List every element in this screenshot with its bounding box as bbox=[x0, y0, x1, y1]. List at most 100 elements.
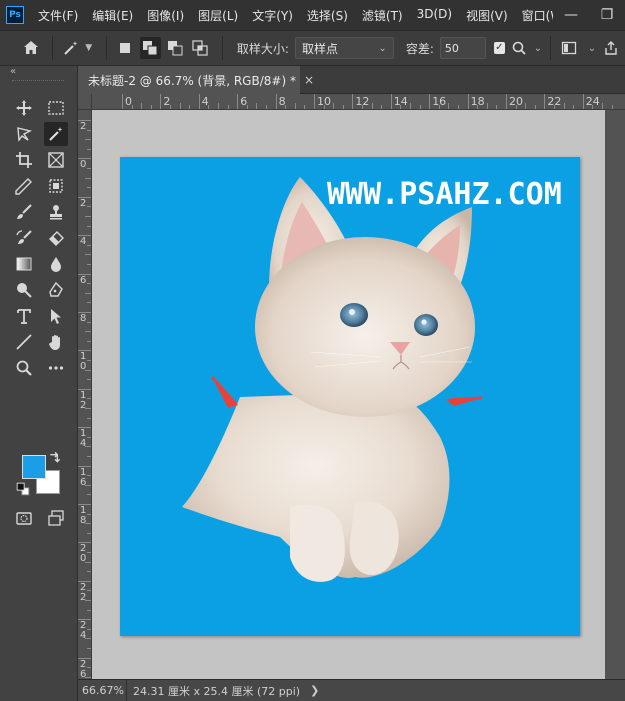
menu-3d[interactable]: 3D(D) bbox=[417, 7, 452, 24]
hand-tool[interactable] bbox=[44, 330, 68, 354]
ruler-origin[interactable] bbox=[78, 94, 92, 110]
subtract-selection-icon bbox=[167, 41, 183, 56]
pen-icon bbox=[49, 281, 63, 297]
ruler-minor-tick bbox=[87, 590, 91, 592]
magic-wand-preset-button[interactable] bbox=[60, 37, 81, 59]
dodge-tool[interactable] bbox=[12, 278, 36, 302]
kitten-photo bbox=[182, 177, 483, 582]
vertical-scrollbar[interactable] bbox=[605, 110, 625, 679]
eraser-tool[interactable] bbox=[44, 226, 68, 250]
ruler-minor-tick bbox=[602, 103, 603, 109]
more-tools-button[interactable] bbox=[44, 356, 68, 380]
quick-mask-icon bbox=[16, 512, 32, 525]
collapse-toolbar-button[interactable]: « bbox=[10, 66, 16, 77]
menu-select[interactable]: 选择(S) bbox=[307, 7, 348, 24]
marquee-tool[interactable] bbox=[44, 96, 68, 120]
ruler-tick bbox=[314, 94, 315, 109]
history-brush-tool[interactable] bbox=[12, 226, 36, 250]
antialias-checkbox[interactable]: ✓ bbox=[493, 42, 505, 54]
eraser-icon bbox=[49, 231, 64, 246]
menu-layer[interactable]: 图层(L) bbox=[198, 7, 238, 24]
photoshop-logo: Ps bbox=[6, 6, 24, 24]
zoom-tool[interactable] bbox=[12, 356, 36, 380]
ruler-minor-tick bbox=[294, 103, 296, 109]
foreground-color-swatch[interactable] bbox=[22, 455, 46, 479]
screen-mode-button[interactable] bbox=[44, 506, 68, 530]
chevron-down-icon[interactable]: ⌄ bbox=[534, 43, 542, 54]
menu-bar: Ps 文件(F) 编辑(E) 图像(I) 图层(L) 文字(Y) 选择(S) 滤… bbox=[0, 0, 625, 30]
ruler-label: 0 bbox=[80, 159, 87, 171]
pen-tool[interactable] bbox=[44, 278, 68, 302]
crop-tool[interactable] bbox=[12, 148, 36, 172]
ruler-minor-tick bbox=[87, 340, 91, 342]
toolbar-grip[interactable] bbox=[12, 80, 64, 82]
ruler-minor-tick bbox=[87, 283, 91, 285]
ruler-minor-tick bbox=[227, 105, 229, 109]
ellipsis-icon bbox=[48, 366, 64, 370]
ruler-minor-tick bbox=[85, 369, 91, 371]
ruler-minor-tick bbox=[563, 103, 565, 109]
subtract-selection-button[interactable] bbox=[165, 37, 186, 59]
home-button[interactable] bbox=[19, 35, 44, 61]
stamp-tool[interactable] bbox=[44, 200, 68, 224]
lasso-tool[interactable] bbox=[12, 122, 36, 146]
eyedropper-tool[interactable] bbox=[12, 174, 36, 198]
document-canvas[interactable]: WWW.PSAHZ.COM bbox=[120, 157, 580, 636]
vertical-ruler[interactable]: 2024681 01 21 41 61 82 02 22 42 6 bbox=[78, 110, 92, 679]
sample-size-select[interactable]: 取样点 ⌄ bbox=[294, 37, 394, 59]
object-selection-tool[interactable] bbox=[44, 174, 68, 198]
menu-view[interactable]: 视图(V) bbox=[466, 7, 508, 24]
ruler-minor-tick bbox=[85, 254, 91, 256]
ruler-minor-tick bbox=[87, 360, 91, 361]
default-colors-button[interactable] bbox=[16, 482, 30, 496]
share-button[interactable] bbox=[600, 37, 621, 59]
dodge-icon bbox=[17, 283, 32, 298]
menu-image[interactable]: 图像(I) bbox=[147, 7, 184, 24]
tolerance-label: 容差: bbox=[405, 41, 434, 56]
type-tool[interactable] bbox=[12, 304, 36, 328]
path-selection-tool[interactable] bbox=[44, 304, 68, 328]
frame-tool[interactable] bbox=[44, 148, 68, 172]
crop-icon bbox=[16, 152, 32, 168]
menu-filter[interactable]: 滤镜(T) bbox=[362, 7, 403, 24]
sample-all-layers-button[interactable] bbox=[509, 37, 530, 59]
ruler-minor-tick bbox=[85, 600, 91, 601]
ruler-minor-tick bbox=[400, 105, 402, 109]
menu-type[interactable]: 文字(Y) bbox=[252, 7, 293, 24]
arrow-pointer-icon bbox=[51, 309, 61, 324]
brush-tool[interactable] bbox=[12, 200, 36, 224]
ruler-minor-tick bbox=[85, 638, 91, 640]
minimize-button[interactable]: — bbox=[553, 0, 589, 30]
separator bbox=[106, 36, 108, 60]
tolerance-input[interactable]: 50 bbox=[439, 37, 486, 59]
line-tool[interactable] bbox=[12, 330, 36, 354]
restore-button[interactable]: ❐ bbox=[589, 0, 625, 30]
menu-edit[interactable]: 编辑(E) bbox=[92, 7, 133, 24]
close-icon[interactable]: × bbox=[304, 73, 314, 87]
chevron-right-icon[interactable]: ❯ bbox=[310, 684, 319, 697]
menu-file[interactable]: 文件(F) bbox=[38, 7, 78, 24]
ruler-minor-tick bbox=[381, 105, 383, 109]
move-tool[interactable] bbox=[12, 96, 36, 120]
intersect-selection-button[interactable] bbox=[189, 37, 210, 59]
zoom-level[interactable]: 66.67% bbox=[78, 684, 126, 697]
new-selection-button[interactable] bbox=[115, 37, 136, 59]
add-to-selection-button[interactable] bbox=[139, 37, 161, 59]
chevron-down-icon[interactable]: ▼ bbox=[85, 43, 92, 53]
home-icon bbox=[24, 41, 39, 54]
lasso-icon bbox=[17, 127, 33, 142]
ruler-minor-tick bbox=[87, 456, 91, 457]
window-controls: — ❐ bbox=[553, 0, 625, 30]
ruler-minor-tick bbox=[285, 105, 287, 109]
swap-colors-button[interactable] bbox=[48, 450, 62, 464]
quick-mask-button[interactable] bbox=[12, 506, 36, 530]
ruler-tick bbox=[275, 94, 277, 109]
document-tab[interactable]: 未标题-2 @ 66.7% (背景, RGB/8#) * × bbox=[78, 66, 314, 94]
horizontal-ruler[interactable]: 0 2 4 6 8 10 12 14 16 18 20 22 24 bbox=[92, 94, 625, 110]
select-subject-button[interactable] bbox=[559, 37, 580, 59]
gradient-tool[interactable] bbox=[12, 252, 36, 276]
magic-wand-tool[interactable] bbox=[44, 122, 68, 146]
ruler-minor-tick bbox=[419, 105, 421, 109]
chevron-down-icon[interactable]: ⌄ bbox=[588, 43, 596, 54]
blur-tool[interactable] bbox=[44, 252, 68, 276]
